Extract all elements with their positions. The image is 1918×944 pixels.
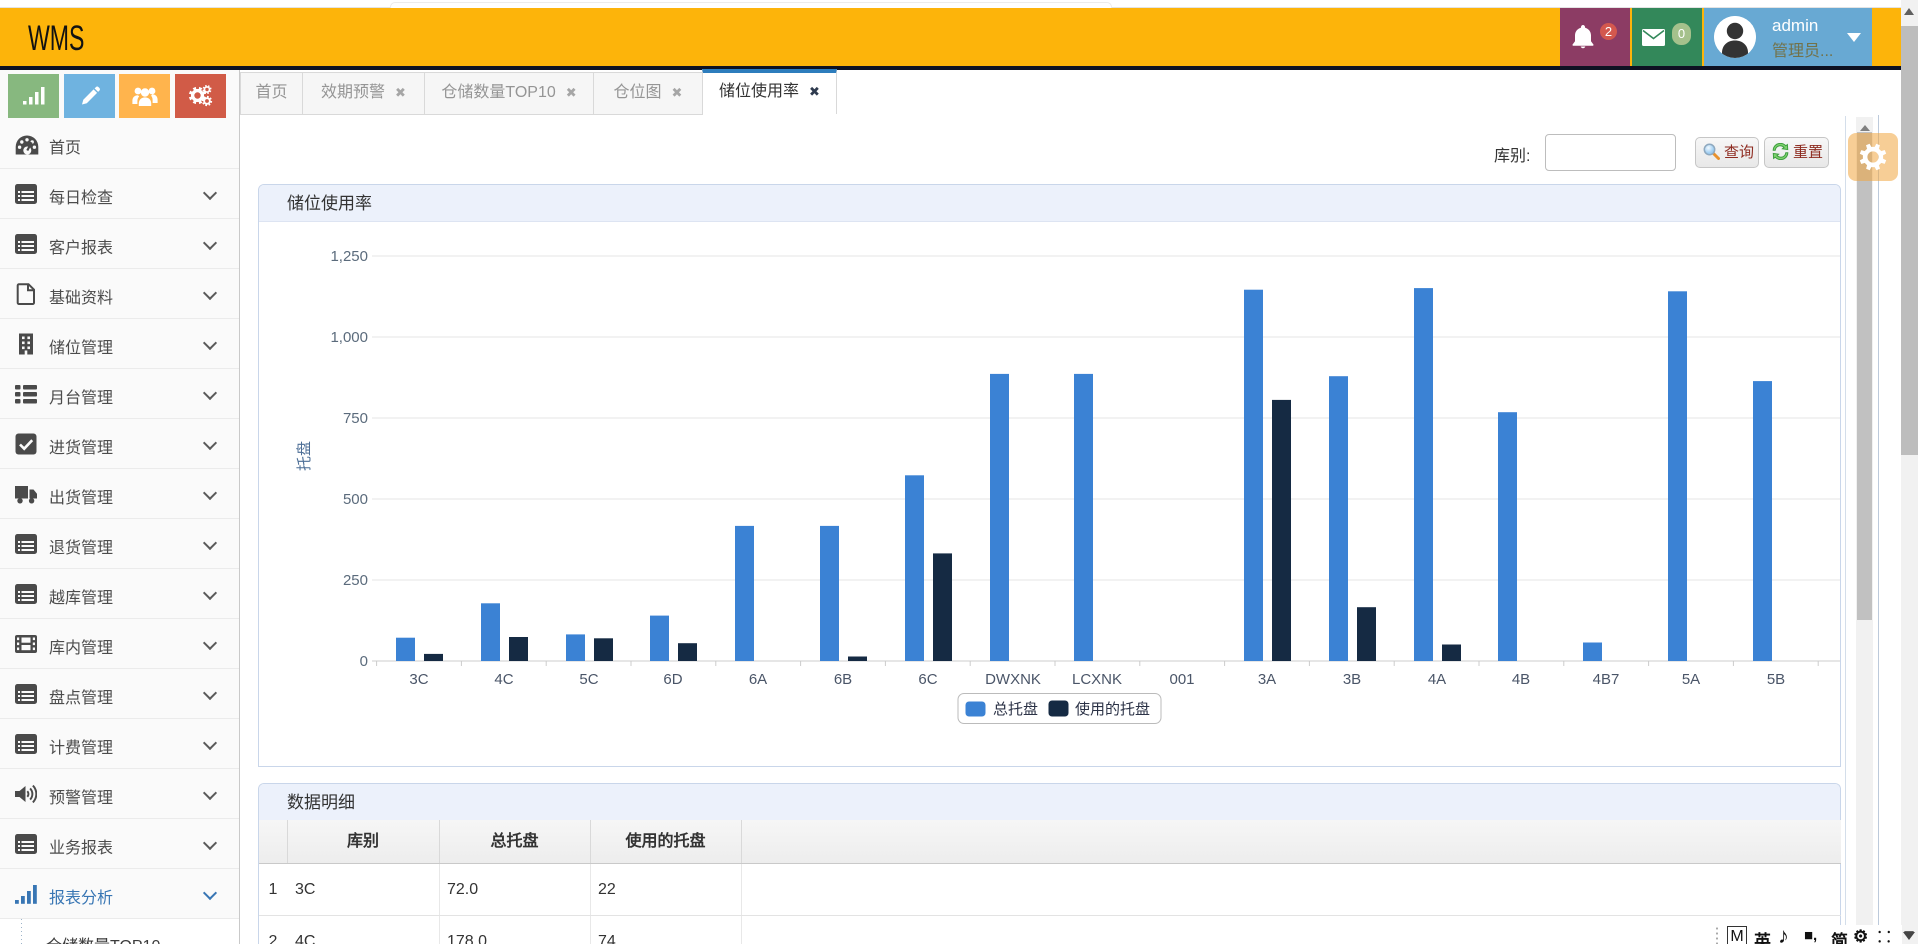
svg-text:DWXNK: DWXNK xyxy=(985,671,1041,688)
svg-text:使用的托盘: 使用的托盘 xyxy=(1075,700,1150,718)
svg-text:3A: 3A xyxy=(1258,671,1276,688)
svg-text:总托盘: 总托盘 xyxy=(993,700,1038,718)
svg-text:6A: 6A xyxy=(749,671,767,688)
svg-text:6D: 6D xyxy=(663,671,682,688)
svg-text:4A: 4A xyxy=(1428,671,1446,688)
svg-text:3B: 3B xyxy=(1343,671,1361,688)
svg-text:5B: 5B xyxy=(1767,671,1785,688)
svg-text:250: 250 xyxy=(343,572,368,589)
svg-text:1,250: 1,250 xyxy=(330,248,368,265)
svg-text:001: 001 xyxy=(1169,671,1194,688)
svg-text:3C: 3C xyxy=(409,671,428,688)
svg-text:500: 500 xyxy=(343,491,368,508)
svg-text:6C: 6C xyxy=(918,671,937,688)
svg-text:750: 750 xyxy=(343,410,368,427)
svg-text:5C: 5C xyxy=(579,671,598,688)
svg-text:6B: 6B xyxy=(834,671,852,688)
svg-text:LCXNK: LCXNK xyxy=(1072,671,1122,688)
svg-text:1,000: 1,000 xyxy=(330,329,368,346)
svg-text:4B7: 4B7 xyxy=(1593,671,1620,688)
svg-text:4B: 4B xyxy=(1512,671,1530,688)
svg-text:4C: 4C xyxy=(494,671,513,688)
svg-text:托盘: 托盘 xyxy=(295,441,313,471)
svg-text:5A: 5A xyxy=(1682,671,1700,688)
svg-text:0: 0 xyxy=(360,653,368,670)
